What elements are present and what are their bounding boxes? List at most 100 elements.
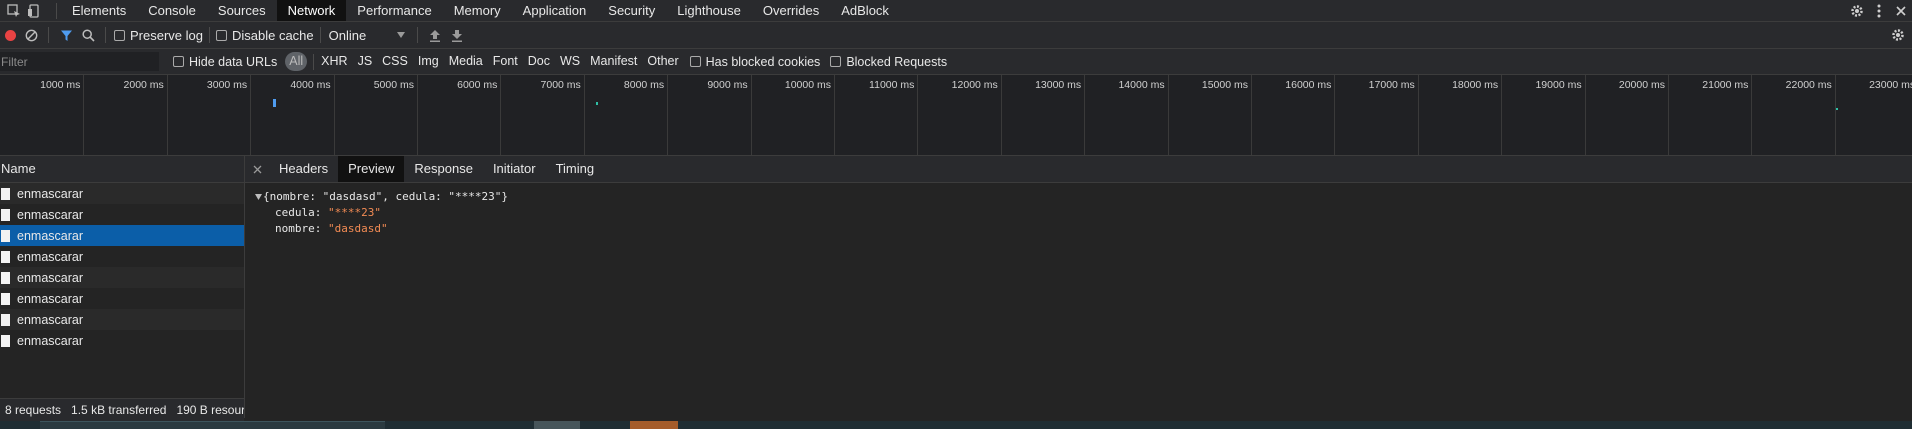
- request-row[interactable]: enmascarar: [0, 204, 244, 225]
- document-icon: [1, 208, 10, 221]
- taskbar-item[interactable]: [534, 421, 580, 429]
- clear-icon[interactable]: [20, 22, 42, 48]
- request-count: 8 requests: [5, 403, 62, 417]
- has-blocked-cookies-checkbox[interactable]: Has blocked cookies: [689, 54, 821, 69]
- request-row[interactable]: enmascarar: [0, 330, 244, 351]
- checkbox-box[interactable]: [215, 29, 227, 41]
- has-blocked-cookies-label: Has blocked cookies: [705, 54, 821, 69]
- tab-elements[interactable]: Elements: [61, 0, 137, 21]
- search-icon[interactable]: [77, 22, 99, 48]
- close-devtools-icon[interactable]: [1890, 0, 1912, 21]
- preserve-log-checkbox[interactable]: Preserve log: [114, 28, 203, 43]
- toolbar-divider: [416, 27, 418, 43]
- detail-tab-headers[interactable]: Headers: [269, 156, 338, 182]
- more-options-icon[interactable]: [1868, 0, 1890, 21]
- document-icon: [1, 250, 10, 263]
- filter-type-all[interactable]: All: [285, 52, 308, 71]
- tab-lighthouse[interactable]: Lighthouse: [666, 0, 752, 21]
- checkbox-box[interactable]: [173, 56, 184, 67]
- throttling-select[interactable]: Online: [329, 28, 405, 43]
- network-summary-bar: 8 requests 1.5 kB transferred 190 B reso…: [0, 398, 244, 421]
- toolbar-divider: [48, 27, 49, 43]
- document-icon: [1, 334, 10, 347]
- device-toolbar-icon[interactable]: [24, 0, 44, 21]
- import-har-icon[interactable]: [424, 22, 446, 48]
- checkbox-box[interactable]: [689, 56, 701, 67]
- request-row[interactable]: enmascarar: [0, 309, 244, 330]
- filter-type-ws[interactable]: WS: [555, 52, 585, 71]
- blocked-requests-checkbox[interactable]: Blocked Requests: [830, 55, 947, 69]
- detail-tab-preview[interactable]: Preview: [338, 156, 405, 182]
- disable-cache-label: Disable cache: [231, 27, 314, 43]
- filter-type-xhr[interactable]: XHR: [316, 52, 352, 71]
- request-name: enmascarar: [17, 186, 83, 201]
- tab-console[interactable]: Console: [137, 0, 207, 21]
- request-row[interactable]: enmascarar: [0, 246, 244, 267]
- detail-tab-timing[interactable]: Timing: [546, 156, 605, 182]
- checkbox-box[interactable]: [830, 56, 842, 67]
- tab-sources[interactable]: Sources: [207, 0, 277, 21]
- document-icon: [1, 229, 10, 242]
- transferred-size: 1.5 kB transferred: [71, 403, 167, 417]
- request-name: enmascarar: [17, 270, 83, 285]
- filter-type-media[interactable]: Media: [444, 52, 488, 71]
- filter-type-img[interactable]: Img: [413, 52, 444, 71]
- expand-triangle-icon[interactable]: [253, 194, 263, 200]
- filter-type-font[interactable]: Font: [488, 52, 523, 71]
- tab-performance[interactable]: Performance: [346, 0, 442, 21]
- request-name: enmascarar: [17, 291, 83, 306]
- filter-type-manifest[interactable]: Manifest: [585, 52, 642, 71]
- field-key: cedula: [275, 206, 315, 219]
- tab-overrides[interactable]: Overrides: [752, 0, 830, 21]
- filter-divider: [313, 53, 315, 70]
- field-colon: :: [314, 222, 328, 235]
- field-colon: :: [314, 206, 328, 219]
- tab-adblock[interactable]: AdBlock: [830, 0, 900, 21]
- detail-tab-items: Headers Preview Response Initiator Timing: [269, 156, 604, 182]
- tab-memory[interactable]: Memory: [443, 0, 512, 21]
- field-value: "dasdasd": [328, 222, 388, 235]
- name-column-header[interactable]: Name: [0, 156, 244, 183]
- filter-type-css[interactable]: CSS: [377, 52, 413, 71]
- object-summary-text: {nombre: "dasdasd", cedula: "****23"}: [263, 190, 509, 203]
- disable-cache-checkbox[interactable]: Disable cache: [215, 27, 314, 43]
- toolbar-divider: [319, 27, 321, 43]
- preview-object-summary[interactable]: {nombre: "dasdasd", cedula: "****23"}: [253, 189, 1904, 205]
- record-icon[interactable]: [0, 22, 20, 48]
- inspect-element-icon[interactable]: [4, 0, 24, 21]
- filter-type-doc[interactable]: Doc: [523, 52, 555, 71]
- request-name: enmascarar: [17, 312, 83, 327]
- request-row[interactable]: enmascarar: [0, 225, 244, 246]
- timeline-tick-label: 23000 ms: [1869, 79, 1912, 91]
- filter-type-js[interactable]: JS: [353, 52, 378, 71]
- close-detail-icon[interactable]: [245, 156, 269, 182]
- network-settings-gear-icon[interactable]: [1884, 22, 1912, 48]
- checkbox-box[interactable]: [114, 29, 125, 41]
- taskbar-item[interactable]: [40, 421, 385, 429]
- document-icon: [1, 292, 10, 305]
- tab-application[interactable]: Application: [512, 0, 598, 21]
- hide-data-urls-checkbox[interactable]: Hide data URLs: [173, 55, 277, 69]
- detail-tab-response[interactable]: Response: [404, 156, 483, 182]
- toolbar-divider: [208, 27, 210, 43]
- request-name: enmascarar: [17, 207, 83, 222]
- filter-type-other[interactable]: Other: [642, 52, 683, 71]
- tab-security[interactable]: Security: [597, 0, 666, 21]
- filter-input[interactable]: [0, 52, 159, 71]
- request-marker: [1836, 108, 1838, 110]
- preview-field: nombre: "dasdasd": [275, 221, 1904, 237]
- request-list: Name enmascarar enmascarar enmascarar enmas…: [0, 156, 245, 418]
- request-row[interactable]: enmascarar: [0, 288, 244, 309]
- settings-gear-icon[interactable]: [1846, 0, 1868, 21]
- network-overview-timeline[interactable]: 1000 ms 2000 ms 3000 ms 4000 ms 5000 ms 6000 …: [0, 75, 1912, 156]
- taskbar-strip: [0, 421, 1912, 429]
- taskbar-item[interactable]: [630, 421, 678, 429]
- tab-network[interactable]: Network: [276, 0, 347, 21]
- detail-tab-initiator[interactable]: Initiator: [483, 156, 546, 182]
- export-har-icon[interactable]: [446, 22, 468, 48]
- filter-icon[interactable]: [55, 22, 77, 48]
- request-name: enmascarar: [17, 333, 83, 348]
- resources-size: 190 B resources: [176, 403, 244, 417]
- request-row[interactable]: enmascarar: [0, 183, 244, 204]
- request-row[interactable]: enmascarar: [0, 267, 244, 288]
